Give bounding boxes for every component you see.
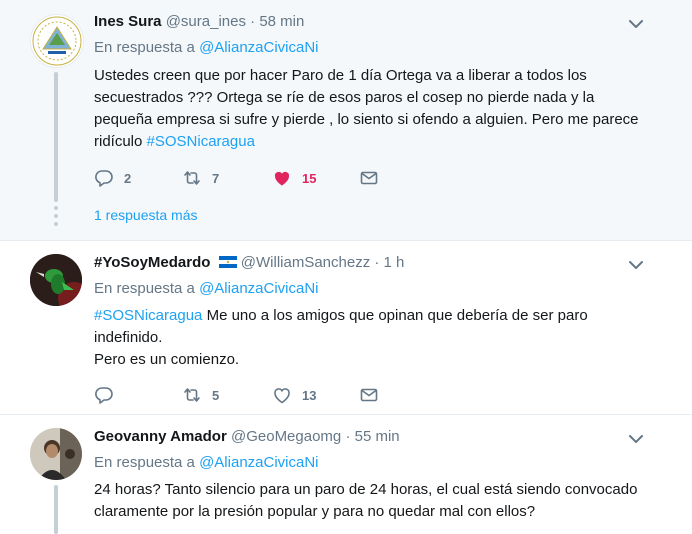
tweet-text: Ustedes creen que por hacer Paro de 1 dí… [94,65,654,153]
envelope-icon [360,171,378,185]
user-photo-icon [30,428,82,480]
timestamp[interactable]: 58 min [259,13,304,30]
tweet-geovanny-amador[interactable]: Geovanny Amador @GeoMegaomg · 55 min En … [0,415,692,534]
display-name[interactable]: #YoSoyMedardo [94,254,210,271]
reply-prefix: En respuesta a [94,454,195,471]
tweet-text: 24 horas? Tanto silencio para un paro de… [94,481,638,520]
chevron-down-icon[interactable] [626,14,646,34]
tweet-text: #SOSNicaragua Me uno a los amigos que op… [94,305,614,371]
thread-dots [54,206,58,230]
retweet-count: 7 [212,170,220,186]
hashtag-link[interactable]: #SOSNicaragua [94,307,202,324]
reply-button[interactable] [94,383,124,407]
direct-message-button[interactable] [359,166,379,190]
username[interactable]: @GeoMegaomg [231,428,341,445]
reply-prefix: En respuesta a [94,280,195,297]
username[interactable]: @sura_ines [166,13,246,30]
heart-filled-icon [274,171,290,186]
more-replies-link[interactable]: 1 respuesta más [94,207,198,223]
chevron-down-icon[interactable] [626,429,646,449]
like-button[interactable]: 13 [272,383,316,407]
envelope-icon [360,388,378,402]
nicaragua-flag-icon [218,256,237,268]
reply-context: En respuesta a @AlianzaCivicaNi [94,454,319,471]
tweet-actions: 5 13 [94,383,394,407]
tweet-ines-sura[interactable]: Ines Sura @sura_ines · 58 min En respues… [0,0,692,240]
avatar[interactable] [30,14,84,68]
reply-count: 2 [124,170,132,186]
thread-line [54,72,58,202]
username[interactable]: @WilliamSanchezz [241,254,370,271]
reply-icon [95,387,113,404]
like-count: 13 [302,387,317,403]
retweet-count: 5 [212,387,220,403]
timestamp[interactable]: 55 min [355,428,400,445]
heart-outline-icon [274,388,290,404]
separator-dot: · [374,254,380,271]
retweet-button[interactable]: 7 [182,166,219,190]
coat-of-arms-icon [32,16,82,66]
mention-link[interactable]: @AlianzaCivicaNi [199,280,318,297]
reply-context: En respuesta a @AlianzaCivicaNi [94,280,319,297]
avatar[interactable] [30,428,82,480]
reply-icon [95,170,113,187]
avatar[interactable] [30,254,82,306]
thread-line [54,485,58,534]
like-count: 15 [302,170,317,186]
separator-dot: · [345,428,351,445]
reply-prefix: En respuesta a [94,39,195,56]
timestamp[interactable]: 1 h [384,254,405,271]
reply-button[interactable]: 2 [94,166,131,190]
mention-link[interactable]: @AlianzaCivicaNi [199,454,318,471]
hashtag-link[interactable]: #SOSNicaragua [147,133,255,150]
like-button[interactable]: 15 [272,166,316,190]
display-name[interactable]: Ines Sura [94,13,162,30]
tweet-header: Ines Sura @sura_ines · 58 min [94,13,304,30]
separator-dot: · [250,13,256,30]
hummingbird-avatar-icon [30,254,82,306]
tweet-header: Geovanny Amador @GeoMegaomg · 55 min [94,428,400,445]
direct-message-button[interactable] [359,383,379,407]
reply-context: En respuesta a @AlianzaCivicaNi [94,39,319,56]
display-name[interactable]: Geovanny Amador [94,428,227,445]
tweet-actions: 2 7 15 [94,166,394,190]
chevron-down-icon[interactable] [626,255,646,275]
tweet-text-line2: Pero es un comienzo. [94,351,240,368]
retweet-icon [184,388,200,402]
tweet-header: #YoSoyMedardo @WilliamSanchezz · 1 h [94,254,404,271]
tweet-yosoymedardo[interactable]: #YoSoyMedardo @WilliamSanchezz · 1 h En … [0,241,692,414]
mention-link[interactable]: @AlianzaCivicaNi [199,39,318,56]
retweet-button[interactable]: 5 [182,383,219,407]
retweet-icon [184,171,200,185]
